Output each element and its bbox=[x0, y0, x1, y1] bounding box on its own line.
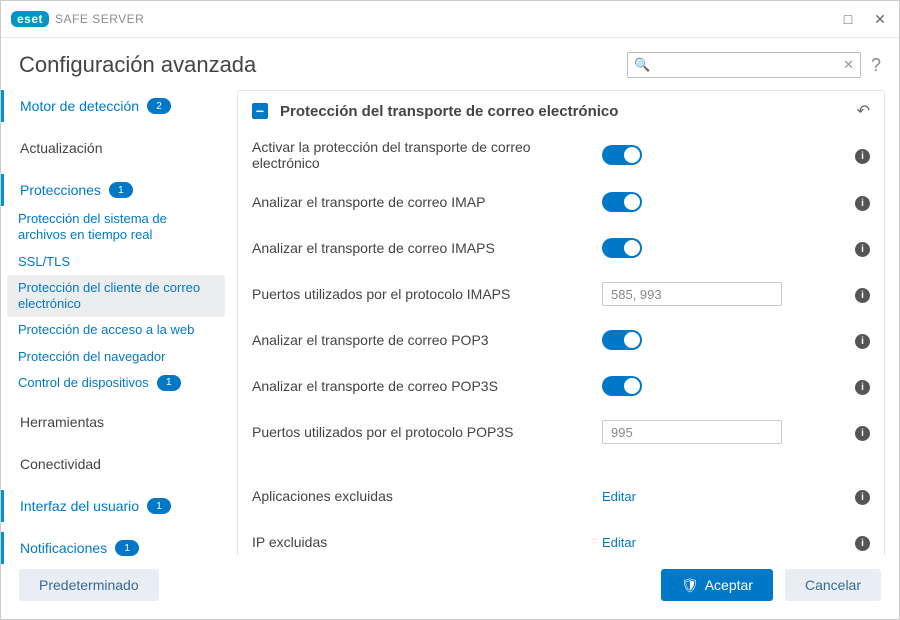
header-row: Configuración avanzada 🔍 ✕ ? bbox=[1, 38, 899, 86]
app-window: eset SAFE SERVER □ ✕ Configuración avanz… bbox=[0, 0, 900, 620]
nav-ui[interactable]: Interfaz del usuario1 bbox=[1, 490, 231, 522]
badge: 2 bbox=[147, 98, 171, 114]
search-input[interactable] bbox=[656, 57, 843, 74]
close-icon[interactable]: ✕ bbox=[871, 11, 889, 28]
edit-excluded-apps-link[interactable]: Editar bbox=[602, 489, 636, 504]
toggle-imap[interactable] bbox=[602, 192, 642, 212]
edit-excluded-ips-link[interactable]: Editar bbox=[602, 535, 636, 550]
badge: 1 bbox=[157, 375, 181, 391]
row-pop3s: Analizar el transporte de correo POP3S i bbox=[252, 363, 870, 409]
product-name: SAFE SERVER bbox=[55, 12, 144, 26]
toggle-pop3[interactable] bbox=[602, 330, 642, 350]
nav-sub-ssl-tls[interactable]: SSL/TLS bbox=[1, 249, 231, 275]
collapse-icon[interactable]: − bbox=[252, 103, 268, 119]
badge: 1 bbox=[115, 540, 139, 556]
accept-button[interactable]: 🛡Aceptar bbox=[661, 569, 773, 601]
nav-sub-web-access[interactable]: Protección de acceso a la web bbox=[1, 317, 231, 343]
search-icon: 🔍 bbox=[634, 57, 650, 73]
row-enable-transport: Activar la protección del transporte de … bbox=[252, 131, 870, 179]
input-pop3s-ports[interactable] bbox=[602, 420, 782, 444]
body: Motor de detección2 Actualización Protec… bbox=[1, 86, 899, 555]
info-icon[interactable]: i bbox=[845, 533, 870, 551]
brand-badge: eset bbox=[11, 11, 49, 27]
brand-logo: eset SAFE SERVER bbox=[11, 11, 144, 27]
panel-body: Activar la protección del transporte de … bbox=[238, 131, 884, 555]
page-title: Configuración avanzada bbox=[19, 52, 256, 78]
info-icon[interactable]: i bbox=[845, 285, 870, 303]
cancel-button[interactable]: Cancelar bbox=[785, 569, 881, 601]
row-imaps: Analizar el transporte de correo IMAPS i bbox=[252, 225, 870, 271]
badge: 1 bbox=[109, 182, 133, 198]
nav-sub-device-control[interactable]: Control de dispositivos 1 bbox=[1, 370, 231, 396]
footer: Predeterminado 🛡Aceptar Cancelar bbox=[1, 555, 899, 619]
toggle-imaps[interactable] bbox=[602, 238, 642, 258]
info-icon[interactable]: i bbox=[845, 487, 870, 505]
input-imaps-ports[interactable] bbox=[602, 282, 782, 306]
clear-search-icon[interactable]: ✕ bbox=[843, 57, 854, 73]
row-pop3s-ports: Puertos utilizados por el protocolo POP3… bbox=[252, 409, 870, 455]
info-icon[interactable]: i bbox=[845, 193, 870, 211]
content: − Protección del transporte de correo el… bbox=[231, 86, 899, 555]
row-excluded-ips: IP excluidas Editar i bbox=[252, 519, 870, 555]
help-icon[interactable]: ? bbox=[871, 55, 881, 76]
row-pop3: Analizar el transporte de correo POP3 i bbox=[252, 317, 870, 363]
nav-protections[interactable]: Protecciones1 bbox=[1, 174, 231, 206]
panel-title: Protección del transporte de correo elec… bbox=[280, 103, 618, 120]
row-imaps-ports: Puertos utilizados por el protocolo IMAP… bbox=[252, 271, 870, 317]
window-controls: □ ✕ bbox=[839, 11, 889, 28]
maximize-icon[interactable]: □ bbox=[839, 11, 857, 28]
row-excluded-apps: Aplicaciones excluidas Editar i bbox=[252, 473, 870, 519]
badge: 1 bbox=[147, 498, 171, 514]
toggle-enable[interactable] bbox=[602, 145, 642, 165]
toggle-pop3s[interactable] bbox=[602, 376, 642, 396]
row-imap: Analizar el transporte de correo IMAP i bbox=[252, 179, 870, 225]
nav-connectivity[interactable]: Conectividad bbox=[1, 448, 231, 480]
nav-tools[interactable]: Herramientas bbox=[1, 406, 231, 438]
info-icon[interactable]: i bbox=[845, 423, 870, 441]
nav-sub-email-client[interactable]: Protección del cliente de correo electró… bbox=[7, 275, 225, 318]
default-button[interactable]: Predeterminado bbox=[19, 569, 159, 601]
nav-sub-realtime-fs[interactable]: Protección del sistema de archivos en ti… bbox=[1, 206, 231, 249]
titlebar: eset SAFE SERVER □ ✕ bbox=[1, 1, 899, 38]
shield-check-icon: 🛡 bbox=[681, 577, 699, 594]
info-icon[interactable]: i bbox=[845, 331, 870, 349]
nav-detection-engine[interactable]: Motor de detección2 bbox=[1, 90, 231, 122]
nav-sub-browser[interactable]: Protección del navegador bbox=[1, 344, 231, 370]
nav-update[interactable]: Actualización bbox=[1, 132, 231, 164]
sidebar: Motor de detección2 Actualización Protec… bbox=[1, 86, 231, 555]
panel-header[interactable]: − Protección del transporte de correo el… bbox=[238, 91, 884, 131]
revert-icon[interactable]: ↶ bbox=[857, 101, 870, 121]
search-box[interactable]: 🔍 ✕ bbox=[627, 52, 861, 78]
panel-email-transport: − Protección del transporte de correo el… bbox=[237, 90, 885, 555]
info-icon[interactable]: i bbox=[845, 239, 870, 257]
info-icon[interactable]: i bbox=[845, 146, 870, 164]
info-icon[interactable]: i bbox=[845, 377, 870, 395]
